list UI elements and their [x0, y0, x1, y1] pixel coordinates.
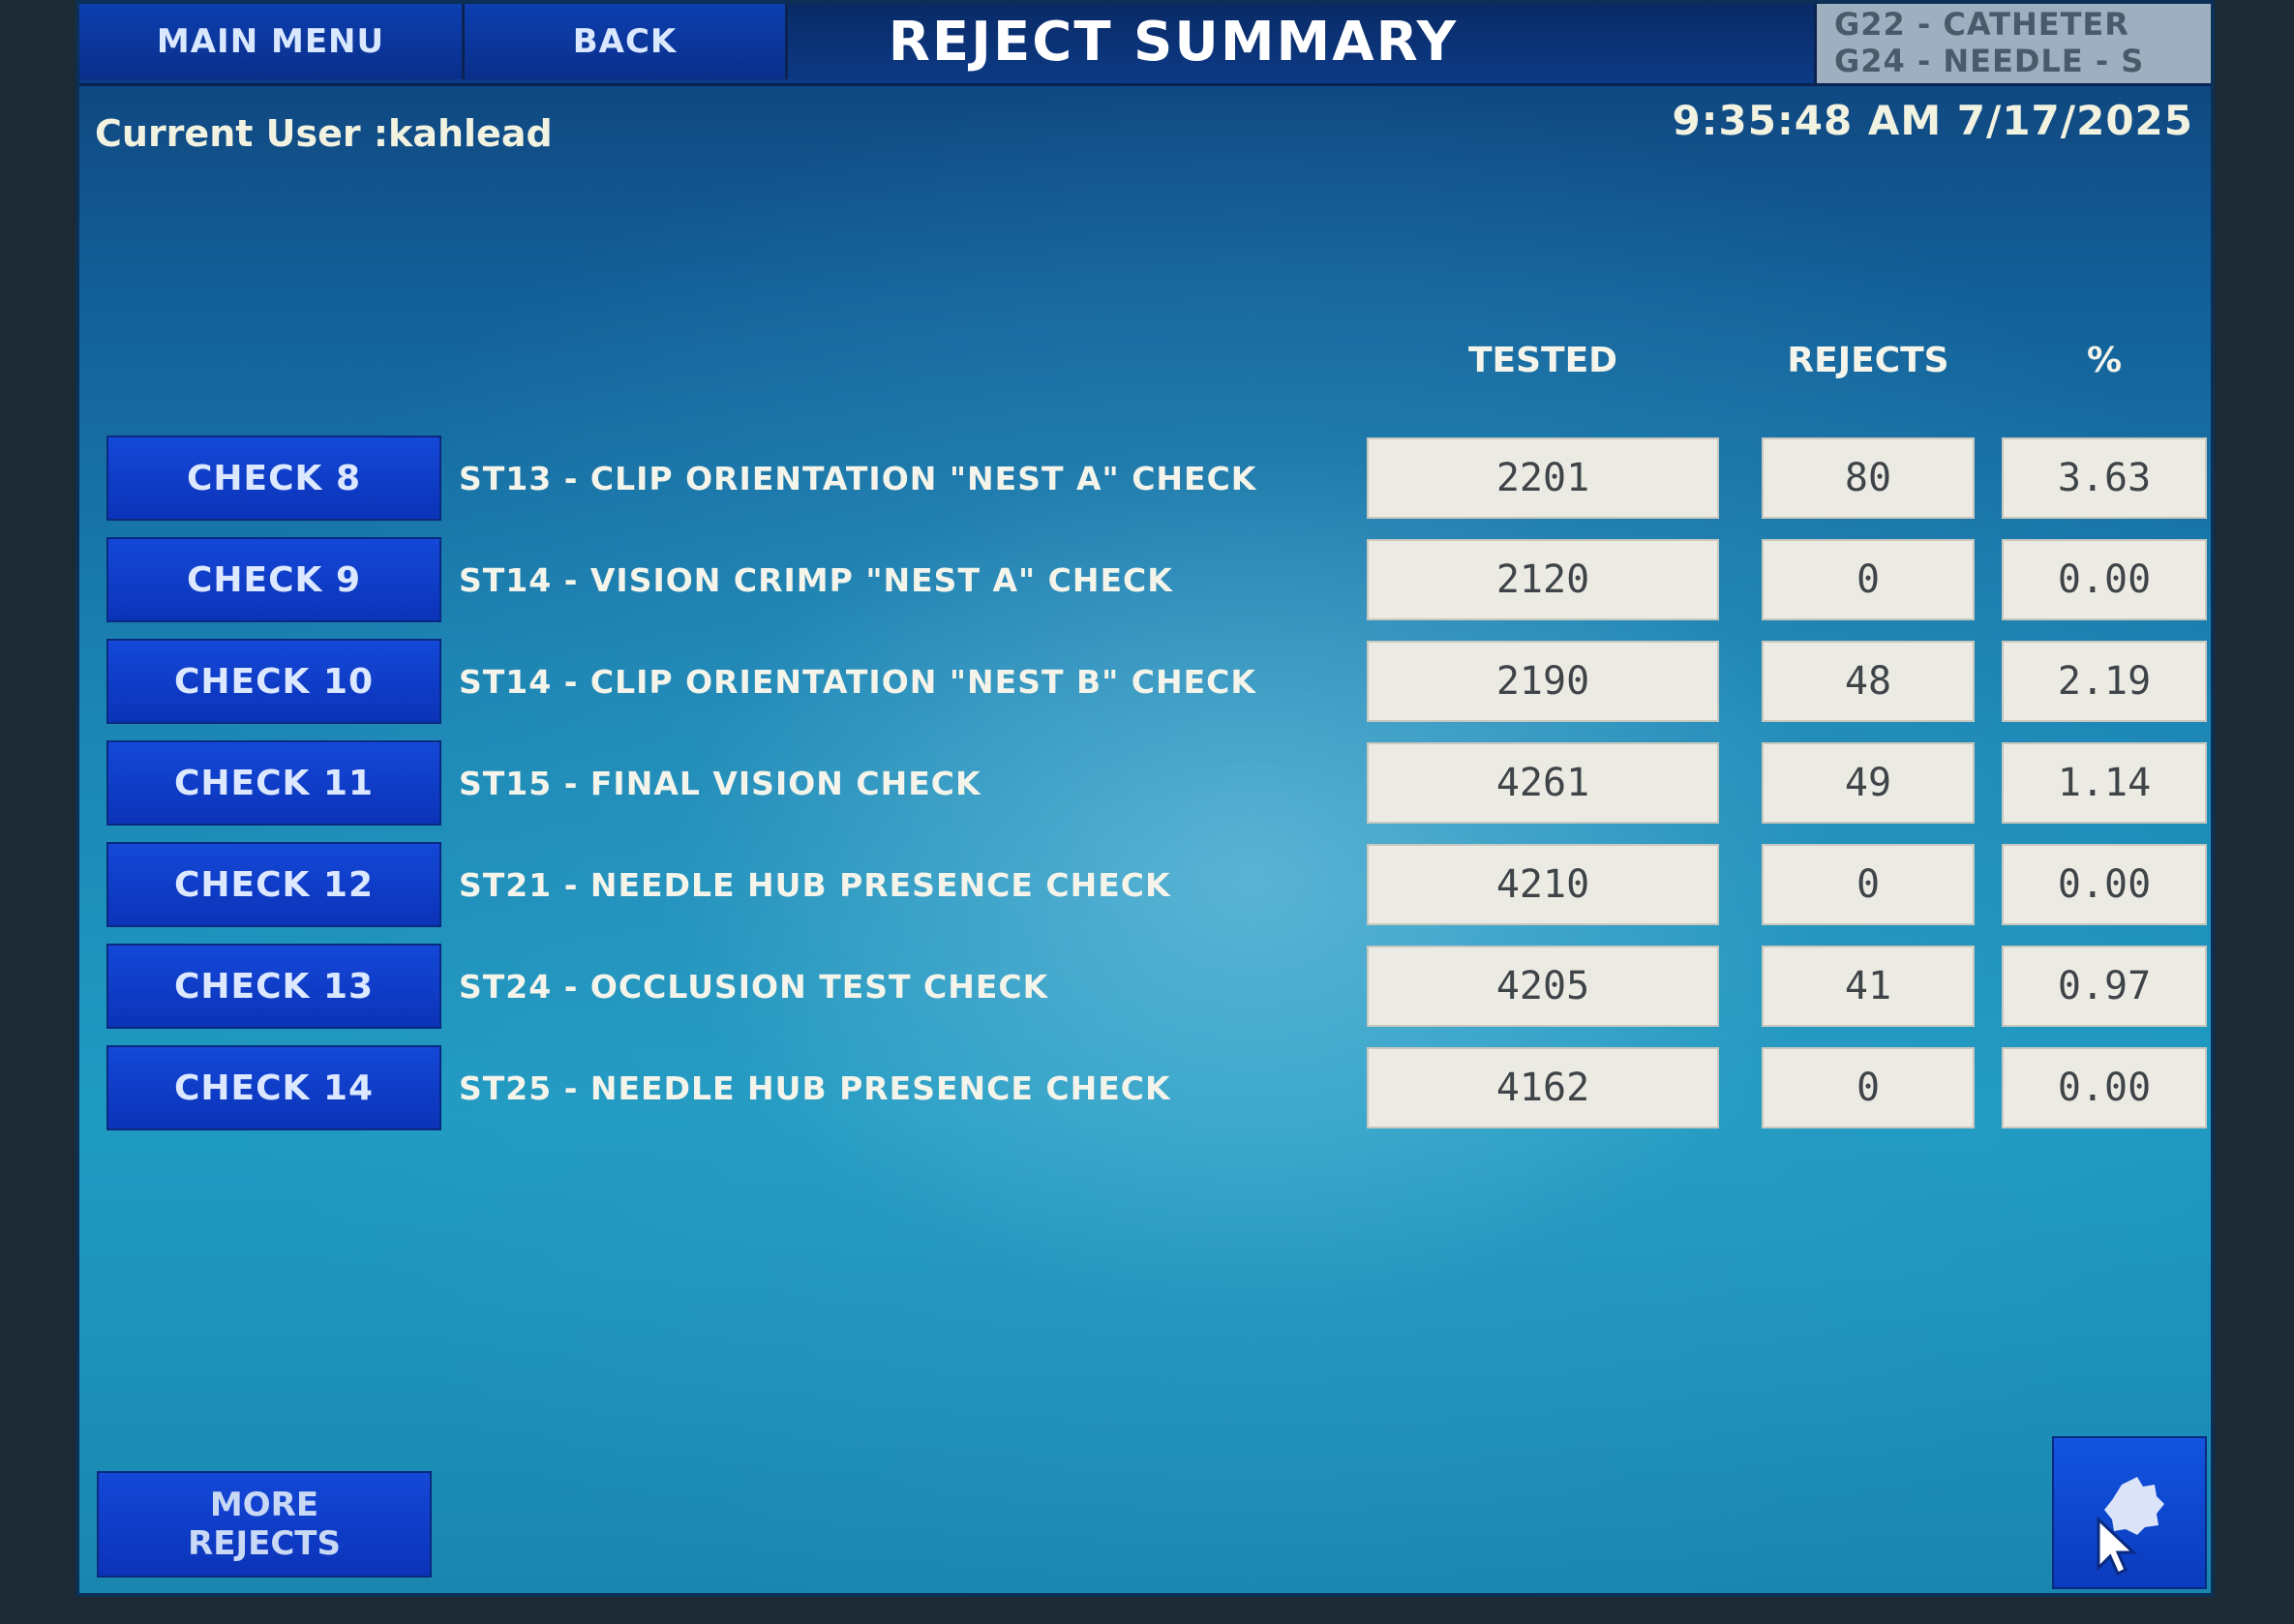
more-rejects-button[interactable]: MORE REJECTS: [97, 1471, 432, 1578]
tested-value: 2120: [1367, 539, 1719, 620]
navigation-button[interactable]: [2052, 1436, 2207, 1589]
check-description: ST21 - NEEDLE HUB PRESENCE CHECK: [459, 865, 1171, 904]
table-row: CHECK 12 ST21 - NEEDLE HUB PRESENCE CHEC…: [79, 842, 2211, 929]
percent-value: 0.00: [2002, 1047, 2207, 1128]
check-description: ST14 - VISION CRIMP "NEST A" CHECK: [459, 560, 1173, 599]
check-13-button[interactable]: CHECK 13: [106, 944, 441, 1029]
more-rejects-label-line-2: REJECTS: [188, 1524, 341, 1563]
tested-value: 4261: [1367, 742, 1719, 824]
main-menu-button[interactable]: MAIN MENU: [79, 4, 465, 79]
datetime: 9:35:48 AM 7/17/2025: [1672, 97, 2193, 144]
table-row: CHECK 10 ST14 - CLIP ORIENTATION "NEST B…: [79, 639, 2211, 726]
table-row: CHECK 8 ST13 - CLIP ORIENTATION "NEST A"…: [79, 436, 2211, 523]
table-row: CHECK 11 ST15 - FINAL VISION CHECK 4261 …: [79, 740, 2211, 827]
check-description: ST24 - OCCLUSION TEST CHECK: [459, 967, 1049, 1006]
column-header-tested: TESTED: [1467, 341, 1618, 380]
header-bar: MAIN MENU BACK REJECT SUMMARY G22 - CATH…: [79, 4, 2211, 86]
tested-value: 4205: [1367, 946, 1719, 1027]
check-12-button[interactable]: CHECK 12: [106, 842, 441, 927]
percent-value: 0.97: [2002, 946, 2207, 1027]
check-14-button[interactable]: CHECK 14: [106, 1045, 441, 1130]
check-description: ST15 - FINAL VISION CHECK: [459, 764, 981, 802]
column-header-percent: %: [2086, 341, 2123, 380]
check-description: ST13 - CLIP ORIENTATION "NEST A" CHECK: [459, 459, 1257, 497]
rejects-value: 0: [1762, 1047, 1975, 1128]
percent-value: 3.63: [2002, 437, 2207, 519]
product-line-1: G22 - CATHETER: [1834, 6, 2129, 43]
product-info: G22 - CATHETER G24 - NEEDLE - S: [1814, 4, 2211, 83]
rejects-value: 41: [1762, 946, 1975, 1027]
navigation-cursor-icon: [2097, 1477, 2164, 1577]
percent-value: 0.00: [2002, 844, 2207, 925]
more-rejects-label-line-1: MORE: [209, 1486, 319, 1524]
table-row: CHECK 9 ST14 - VISION CRIMP "NEST A" CHE…: [79, 537, 2211, 624]
percent-value: 2.19: [2002, 641, 2207, 722]
current-user: Current User :kahlead: [95, 112, 553, 155]
page-title: REJECT SUMMARY: [888, 10, 1459, 74]
check-description: ST14 - CLIP ORIENTATION "NEST B" CHECK: [459, 662, 1256, 701]
rejects-value: 48: [1762, 641, 1975, 722]
tested-value: 2201: [1367, 437, 1719, 519]
hmi-screen: MAIN MENU BACK REJECT SUMMARY G22 - CATH…: [75, 0, 2215, 1597]
percent-value: 1.14: [2002, 742, 2207, 824]
rejects-value: 49: [1762, 742, 1975, 824]
tested-value: 4162: [1367, 1047, 1719, 1128]
rejects-value: 80: [1762, 437, 1975, 519]
check-8-button[interactable]: CHECK 8: [106, 436, 441, 521]
tested-value: 2190: [1367, 641, 1719, 722]
column-header-rejects: REJECTS: [1787, 341, 1949, 380]
check-9-button[interactable]: CHECK 9: [106, 537, 441, 622]
check-description: ST25 - NEEDLE HUB PRESENCE CHECK: [459, 1068, 1171, 1107]
rejects-value: 0: [1762, 539, 1975, 620]
product-line-2: G24 - NEEDLE - S: [1834, 43, 2145, 79]
check-10-button[interactable]: CHECK 10: [106, 639, 441, 724]
rejects-value: 0: [1762, 844, 1975, 925]
back-button[interactable]: BACK: [465, 4, 788, 79]
table-row: CHECK 14 ST25 - NEEDLE HUB PRESENCE CHEC…: [79, 1045, 2211, 1132]
percent-value: 0.00: [2002, 539, 2207, 620]
tested-value: 4210: [1367, 844, 1719, 925]
table-row: CHECK 13 ST24 - OCCLUSION TEST CHECK 420…: [79, 944, 2211, 1031]
check-11-button[interactable]: CHECK 11: [106, 740, 441, 826]
